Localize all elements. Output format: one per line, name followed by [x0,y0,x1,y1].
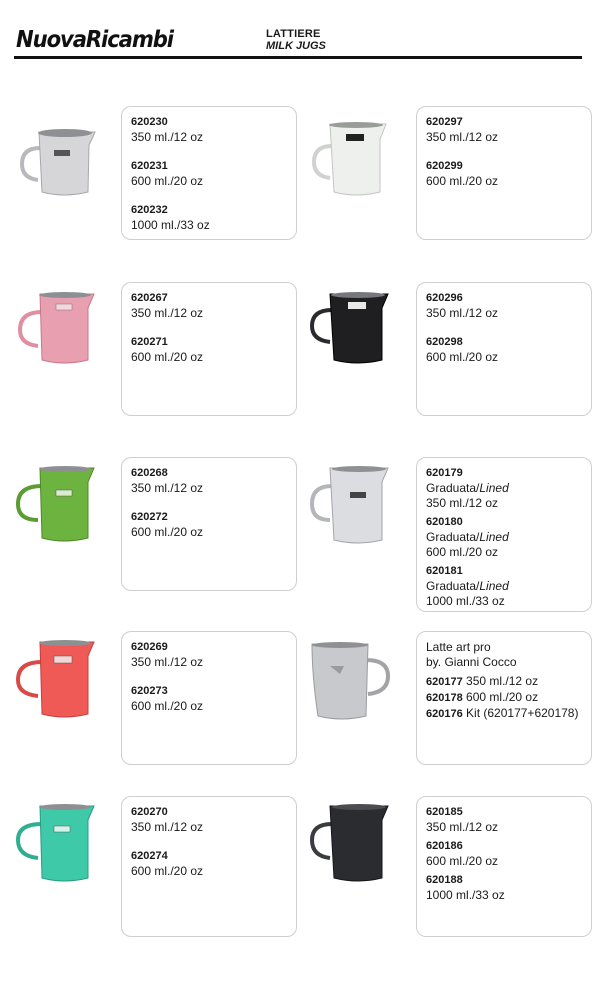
product-code: 620269 [131,641,168,653]
milk-jug-graduated-image [304,462,394,552]
type-en: Lined [479,579,509,593]
type-it: Graduata/ [426,530,480,544]
type-it: Graduata/ [426,579,480,593]
category-title-en: MILK JUGS [266,40,326,52]
product-card-matte-black: 620185 350 ml./12 oz 620186 600 ml./20 o… [416,796,592,937]
product-capacity: 350 ml./12 oz [426,130,499,144]
product-capacity: 600 ml./20 oz [131,350,204,364]
product-code: 620271 [131,336,168,348]
product-code: 620270 [131,806,168,818]
product-code: 620177 [426,676,463,688]
milk-jug-matte-black-image [304,800,394,890]
product-card-green: 620268 350 ml./12 oz 620272 600 ml./20 o… [121,457,297,591]
page-header: NuovaRicambi LATTIERE MILK JUGS [0,0,600,70]
product-capacity: 600 ml./20 oz [131,699,204,713]
product-code: 620176 [426,708,463,720]
product-line: 620178 600 ml./20 oz [426,690,582,706]
product-type: Graduata/Lined [426,481,582,496]
product-capacity: 600 ml./20 oz [426,545,499,559]
product-card-black: 620296 350 ml./12 oz 620298 600 ml./20 o… [416,282,592,416]
type-en: Lined [479,530,509,544]
product-title: Latte art pro [426,640,491,654]
milk-jug-silver-image [12,112,102,202]
product-capacity: 600 ml./20 oz [131,525,204,539]
product-capacity: 350 ml./12 oz [131,481,204,495]
milk-jug-latte-art-pro-image [304,636,394,726]
product-card-latte-art-pro: Latte art pro by. Gianni Cocco 620177 35… [416,631,592,765]
product-capacity: 350 ml./12 oz [462,674,539,688]
product-capacity: 1000 ml./33 oz [426,594,505,608]
product-card-silver: 620230 350 ml./12 oz 620231 600 ml./20 o… [121,106,297,240]
product-code: 620268 [131,467,168,479]
type-en: Lined [479,481,509,495]
product-card-white: 620297 350 ml./12 oz 620299 600 ml./20 o… [416,106,592,240]
product-card-graduated: 620179 Graduata/Lined 350 ml./12 oz 6201… [416,457,592,612]
header-rule [14,56,582,59]
category-title: LATTIERE MILK JUGS [266,28,326,52]
product-capacity: 600 ml./20 oz [462,690,539,704]
product-code: 620185 [426,806,463,818]
product-capacity: 600 ml./20 oz [426,174,499,188]
milk-jug-black-image [304,286,394,376]
product-capacity: 350 ml./12 oz [131,306,204,320]
product-card-teal: 620270 350 ml./12 oz 620274 600 ml./20 o… [121,796,297,937]
product-card-red: 620269 350 ml./12 oz 620273 600 ml./20 o… [121,631,297,765]
product-capacity: 350 ml./12 oz [131,655,204,669]
product-type: Graduata/Lined [426,530,582,545]
product-capacity: 350 ml./12 oz [426,496,499,510]
milk-jug-white-image [304,112,394,202]
product-line: 620176 Kit (620177+620178) [426,706,582,722]
product-code: 620186 [426,840,463,852]
product-kit: Kit (620177+620178) [462,706,579,720]
product-capacity: 600 ml./20 oz [426,854,499,868]
product-subtitle: by. Gianni Cocco [426,655,517,669]
product-capacity: 350 ml./12 oz [426,820,499,834]
product-type: Graduata/Lined [426,579,582,594]
product-code: 620273 [131,685,168,697]
product-capacity: 350 ml./12 oz [131,130,204,144]
product-code: 620188 [426,874,463,886]
product-capacity: 600 ml./20 oz [131,864,204,878]
product-code: 620299 [426,160,463,172]
product-capacity: 350 ml./12 oz [131,820,204,834]
product-code: 620298 [426,336,463,348]
brand-logo: NuovaRicambi [16,27,174,53]
product-code: 620230 [131,116,168,128]
product-code: 620231 [131,160,168,172]
product-capacity: 600 ml./20 oz [131,174,204,188]
product-capacity: 350 ml./12 oz [426,306,499,320]
product-code: 620267 [131,292,168,304]
product-code: 620272 [131,511,168,523]
product-code: 620181 [426,565,463,577]
product-card-pink: 620267 350 ml./12 oz 620271 600 ml./20 o… [121,282,297,416]
product-code: 620274 [131,850,168,862]
product-code: 620179 [426,467,463,479]
product-capacity: 1000 ml./33 oz [426,888,505,902]
product-code: 620178 [426,692,463,704]
milk-jug-red-image [12,636,102,726]
product-code: 620297 [426,116,463,128]
product-capacity: 1000 ml./33 oz [131,218,210,232]
milk-jug-teal-image [12,800,102,890]
product-line: 620177 350 ml./12 oz [426,674,582,690]
product-code: 620296 [426,292,463,304]
milk-jug-green-image [12,462,102,552]
product-capacity: 600 ml./20 oz [426,350,499,364]
category-title-it: LATTIERE [266,28,321,40]
milk-jug-pink-image [12,286,102,376]
product-code: 620180 [426,516,463,528]
product-code: 620232 [131,204,168,216]
type-it: Graduata/ [426,481,480,495]
